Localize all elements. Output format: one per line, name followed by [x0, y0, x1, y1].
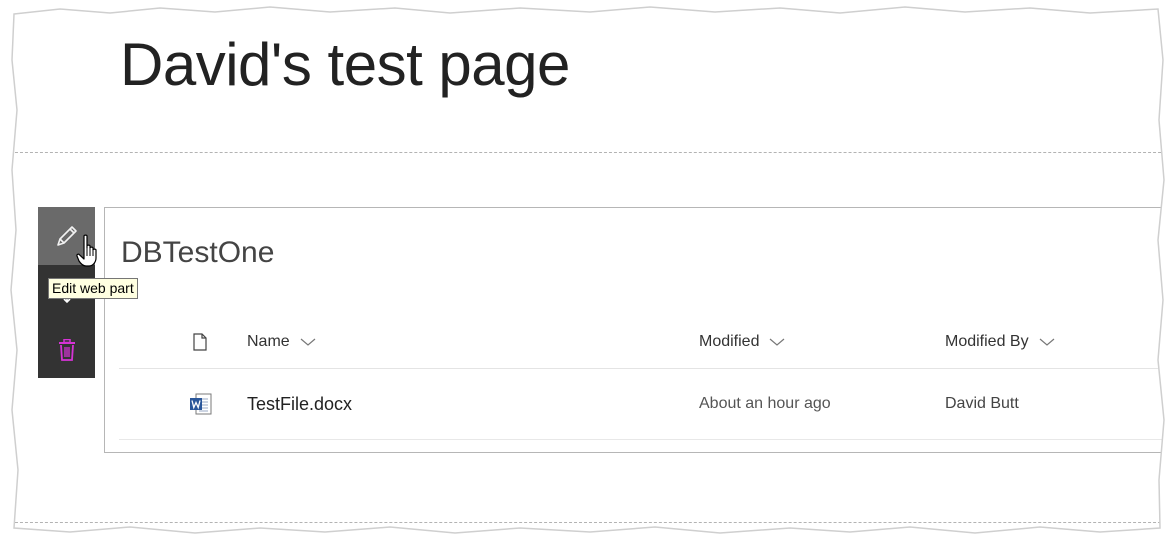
file-modified: About an hour ago	[699, 395, 831, 412]
document-library-webpart: DBTestOne Name Modified Modified By Test…	[104, 207, 1176, 453]
file-name-link[interactable]: TestFile.docx	[247, 369, 352, 439]
delete-webpart-button[interactable]	[38, 321, 95, 378]
page-title: David's test page	[120, 31, 570, 98]
column-header-modified-by-label: Modified By	[945, 333, 1029, 350]
section-divider-bottom	[0, 522, 1176, 523]
edit-webpart-tooltip: Edit web part	[48, 278, 138, 299]
file-modified-by: David Butt	[945, 395, 1019, 412]
hand-cursor-icon	[76, 234, 97, 267]
word-document-icon	[189, 369, 213, 439]
column-header-name-label: Name	[247, 333, 290, 350]
chevron-down-icon	[1039, 337, 1055, 347]
column-header-modified[interactable]: Modified	[699, 316, 785, 368]
page-canvas: David's test page DBTestOne Name Modifie…	[0, 0, 1176, 542]
section-divider-top	[0, 152, 1176, 153]
column-header-type[interactable]	[193, 316, 207, 368]
trash-icon	[58, 338, 75, 361]
column-header-name[interactable]: Name	[247, 316, 316, 368]
table-row[interactable]: TestFile.docx About an hour ago David Bu…	[119, 369, 1176, 440]
list-header: Name Modified Modified By	[119, 316, 1176, 369]
document-icon	[193, 333, 207, 351]
column-header-modified-label: Modified	[699, 333, 760, 350]
chevron-down-icon	[300, 337, 316, 347]
column-header-modified-by[interactable]: Modified By	[945, 316, 1055, 368]
chevron-down-icon	[769, 337, 785, 347]
webpart-title[interactable]: DBTestOne	[121, 236, 274, 270]
